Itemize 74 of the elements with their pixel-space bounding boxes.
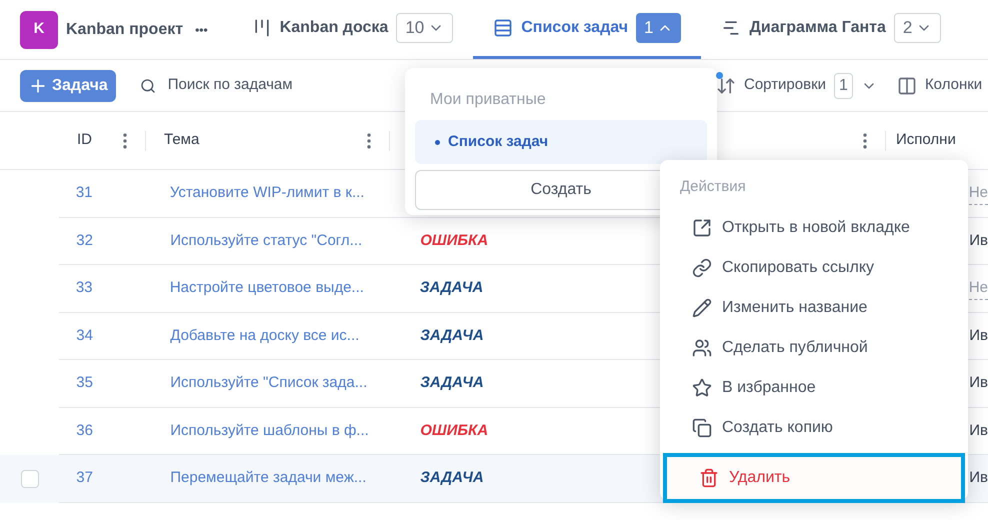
assignee-name: Ив: [969, 420, 988, 440]
column-header: Исполни: [896, 130, 956, 150]
type-label: ЗАДАЧА: [420, 326, 484, 344]
menu-item-label: Изменить название: [722, 298, 868, 318]
link-icon: [692, 258, 712, 278]
type-label: ЗАДАЧА: [420, 374, 484, 391]
type-label: ЗАДАЧА: [420, 279, 484, 296]
view-count-dropdown[interactable]: 10: [396, 13, 454, 43]
view-tab[interactable]: Список задач 1: [473, 0, 702, 59]
menu-item[interactable]: Скопировать ссылку: [660, 248, 968, 288]
trash-icon: [699, 468, 719, 488]
project-avatar: K: [20, 10, 58, 48]
menu-item[interactable]: В избранное: [660, 368, 968, 408]
view-icon: [493, 18, 514, 38]
section-title: Мои приватные: [430, 90, 547, 110]
menu-item-label: Скопировать ссылку: [722, 258, 874, 278]
table-cell-text: 31: [76, 183, 94, 203]
table-cell-text: 34: [76, 326, 94, 346]
view-count-dropdown[interactable]: 1: [636, 13, 682, 43]
view-tab[interactable]: Kanban доска 10: [232, 0, 474, 59]
columns-label[interactable]: Колонки: [924, 74, 982, 97]
search-icon: [140, 78, 156, 94]
search-field[interactable]: Поиск по задачам: [168, 74, 388, 97]
copy-icon: [692, 418, 712, 438]
view-item[interactable]: Список задач: [415, 120, 707, 164]
column-header: Тема: [164, 130, 200, 150]
menu-item[interactable]: Изменить название: [660, 288, 968, 328]
menu-item-label: Открыть в новой вкладке: [722, 218, 910, 238]
users-icon: [692, 338, 712, 358]
pencil-icon: [692, 298, 712, 318]
menu-item[interactable]: Создать копию: [660, 408, 968, 448]
task-link[interactable]: Используйте статус "Согл...: [170, 230, 420, 252]
sort-icon: [716, 76, 736, 96]
task-link[interactable]: Перемещайте задачи меж...: [170, 467, 420, 490]
table-cell-text: 32: [76, 230, 94, 250]
sort-count[interactable]: 1: [834, 72, 853, 98]
task-link[interactable]: Добавьте на доску все ис...: [170, 324, 420, 347]
view-count-dropdown[interactable]: 2: [894, 13, 942, 43]
menu-item-label: Создать копию: [722, 418, 833, 438]
menu-item[interactable]: Удалить: [663, 452, 965, 502]
bullet-icon: [435, 140, 440, 144]
assignee-name: Ив: [969, 468, 988, 488]
row-checkbox[interactable]: [20, 470, 39, 488]
menu-item-label: Удалить: [729, 468, 790, 488]
star-icon: [692, 378, 712, 398]
table-cell-text: 33: [76, 278, 94, 298]
task-link[interactable]: Используйте шаблоны в ф...: [170, 420, 420, 442]
type-label: ЗАДАЧА: [420, 469, 484, 486]
type-label: ОШИБКА: [420, 422, 488, 438]
sort-label[interactable]: Сортировки: [744, 74, 826, 97]
table-cell-text: 36: [76, 420, 94, 440]
view-label: Kanban доска: [280, 18, 388, 38]
menu-item[interactable]: Открыть в новой вкладке: [660, 208, 968, 248]
view-label: Список задач: [521, 18, 628, 38]
column-header: ID: [77, 130, 93, 150]
add-task-button[interactable]: Задача: [20, 70, 116, 102]
menu-item[interactable]: Сделать публичной: [660, 328, 968, 368]
assignee-name: Ив: [969, 373, 988, 393]
task-link[interactable]: Настройте цветовое выде...: [170, 277, 420, 300]
assignee-name: Ив: [969, 230, 988, 250]
view-item-label: Список задач: [448, 132, 548, 152]
columns-icon: [896, 76, 917, 96]
external-link-icon: [692, 218, 712, 238]
assignee-name: Ив: [969, 326, 988, 346]
table-cell-text: 37: [76, 468, 94, 488]
project-name: Kanban проект: [66, 20, 184, 40]
view-label: Диаграмма Ганта: [749, 18, 886, 38]
table-cell-text: 35: [76, 373, 94, 393]
task-link[interactable]: Используйте "Список зада...: [170, 372, 420, 394]
menu-item-label: В избранное: [722, 378, 816, 398]
more-button[interactable]: •••: [195, 20, 208, 38]
menu-item-label: Сделать публичной: [722, 338, 868, 358]
type-label: ОШИБКА: [420, 232, 488, 248]
view-tab[interactable]: Диаграмма Ганта 2: [701, 0, 962, 59]
